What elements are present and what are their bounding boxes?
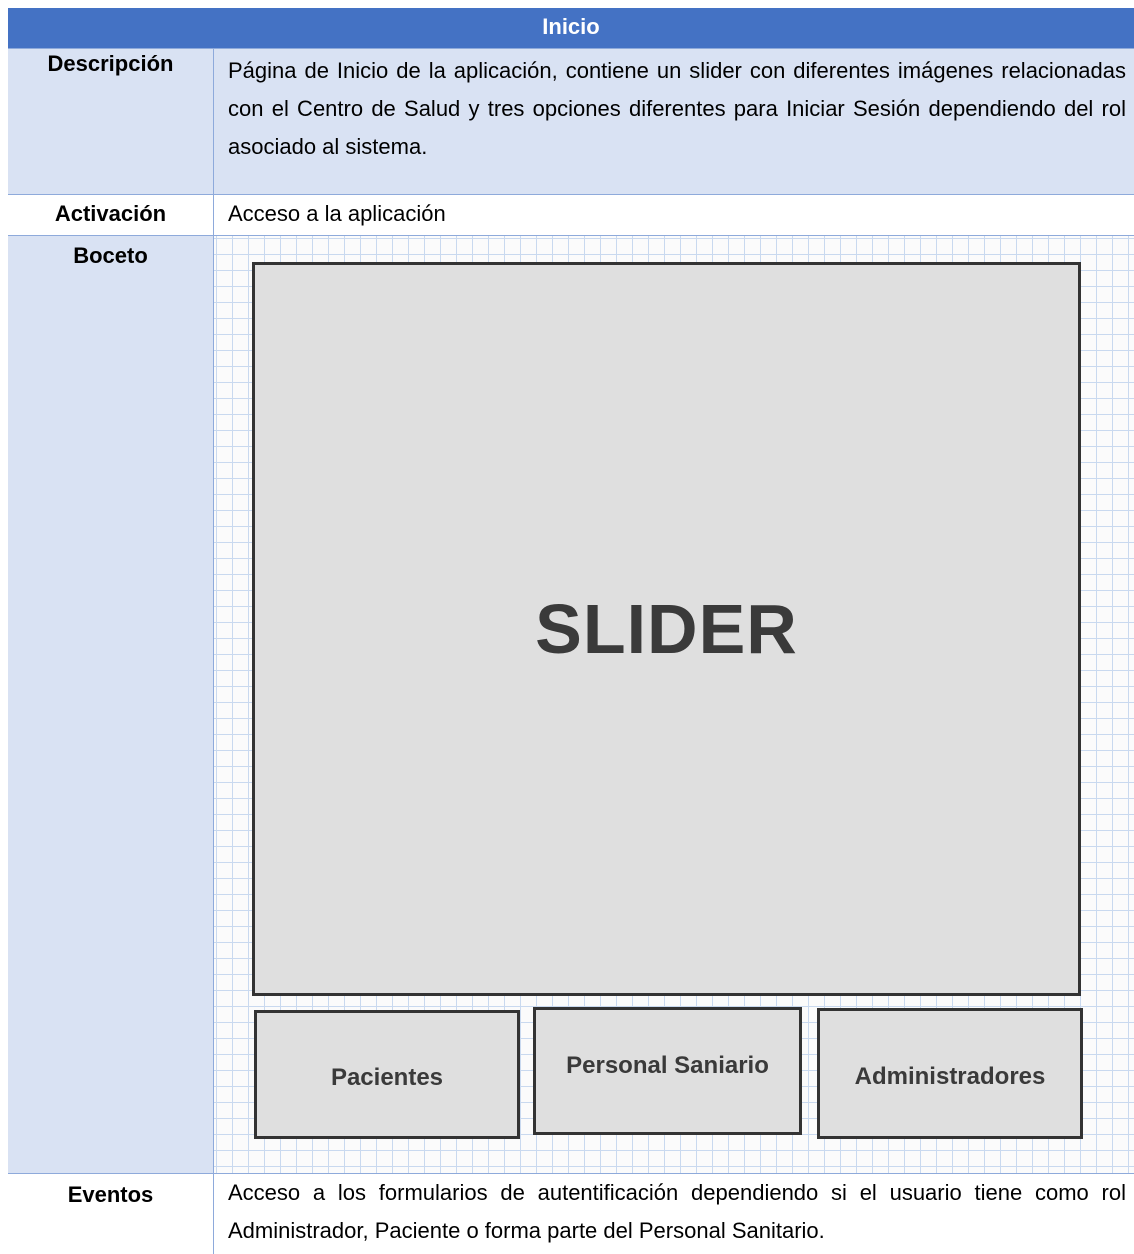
- use-case-table: Inicio Descripción Página de Inicio de l…: [8, 8, 1134, 1254]
- table-title: Inicio: [542, 14, 600, 39]
- row-activacion: Activación Acceso a la aplicación: [8, 194, 1134, 235]
- row-value-boceto: SLIDER Pacientes Personal Saniario Admin…: [214, 236, 1134, 1173]
- row-label-activacion: Activación: [8, 195, 214, 235]
- slider-placeholder: SLIDER: [252, 262, 1081, 996]
- row-label-boceto: Boceto: [8, 236, 214, 1173]
- row-descripcion: Descripción Página de Inicio de la aplic…: [8, 48, 1134, 194]
- row-eventos: Eventos Acceso a los formularios de aute…: [8, 1173, 1134, 1254]
- pacientes-button-label: Pacientes: [330, 1063, 444, 1091]
- row-value-activacion: Acceso a la aplicación: [228, 201, 446, 226]
- administradores-button[interactable]: Administradores: [817, 1008, 1083, 1139]
- table-header: Inicio: [8, 8, 1134, 48]
- personal-sanitario-button[interactable]: Personal Saniario: [533, 1007, 802, 1135]
- row-value-descripcion: Página de Inicio de la aplicación, conti…: [228, 58, 1126, 159]
- wireframe-sketch: SLIDER Pacientes Personal Saniario Admin…: [214, 236, 1134, 1173]
- row-value-eventos: Acceso a los formularios de autentificac…: [228, 1180, 1126, 1243]
- row-label-eventos: Eventos: [8, 1174, 214, 1254]
- pacientes-button[interactable]: Pacientes: [254, 1010, 520, 1139]
- row-boceto: Boceto SLIDER Pacientes Personal Saniari…: [8, 235, 1134, 1173]
- personal-sanitario-button-label: Personal Saniario: [566, 1052, 769, 1079]
- administradores-button-label: Administradores: [854, 1062, 1046, 1090]
- slider-label: SLIDER: [535, 590, 798, 668]
- row-label-descripcion: Descripción: [8, 49, 214, 194]
